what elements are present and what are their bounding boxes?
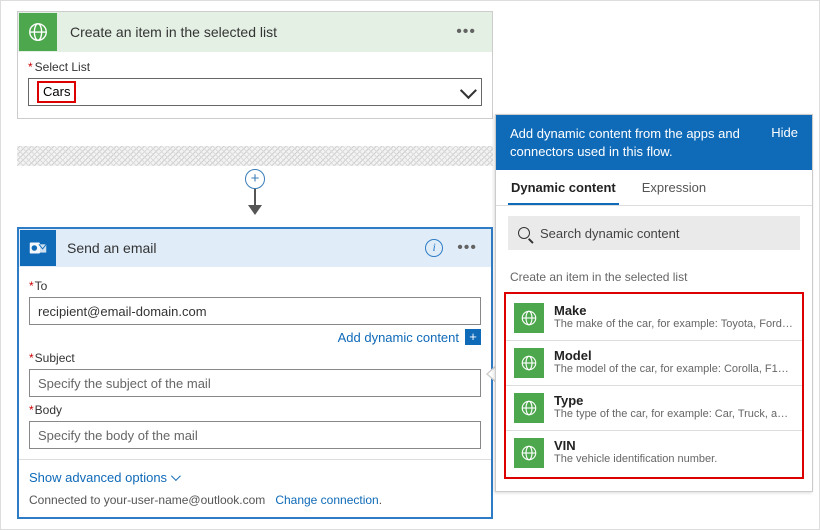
search-placeholder: Search dynamic content (540, 226, 679, 241)
dynamic-content-item-type[interactable]: Type The type of the car, for example: C… (506, 386, 802, 431)
add-dynamic-content-icon[interactable]: + (465, 329, 481, 345)
arrow-shaft (254, 189, 256, 205)
dc-item-desc: The type of the car, for example: Car, T… (554, 408, 794, 420)
globe-icon (514, 348, 544, 378)
create-item-header: Create an item in the selected list ••• (18, 12, 492, 52)
send-email-title: Send an email (67, 240, 425, 256)
send-email-footer: Show advanced options Connected to your-… (19, 459, 491, 517)
add-dynamic-content-link[interactable]: Add dynamic content (338, 330, 459, 345)
dynamic-content-panel: Add dynamic content from the apps and co… (495, 114, 813, 492)
connection-info: Connected to your-user-name@outlook.com … (29, 493, 481, 507)
dc-item-title: Make (554, 303, 794, 318)
chevron-down-icon (460, 82, 477, 99)
send-email-header: Send an email i ••• (19, 229, 491, 267)
select-list-dropdown[interactable]: Cars (28, 78, 482, 106)
panel-section-label: Create an item in the selected list (496, 260, 812, 292)
create-item-title: Create an item in the selected list (70, 24, 452, 40)
card1-more-icon[interactable]: ••• (452, 23, 480, 41)
tab-dynamic-content[interactable]: Dynamic content (508, 170, 619, 205)
flow-arrow: + (245, 169, 265, 231)
send-email-body: *To Add dynamic content + *Subject *Body (19, 267, 491, 459)
dc-item-desc: The make of the car, for example: Toyota… (554, 318, 794, 330)
separator-noise (17, 146, 493, 166)
dc-item-title: Model (554, 348, 794, 363)
body-label: *Body (29, 403, 481, 417)
dynamic-content-list: Make The make of the car, for example: T… (504, 292, 804, 479)
outlook-icon (20, 230, 56, 266)
dynamic-content-item-vin[interactable]: VIN The vehicle identification number. (506, 431, 802, 475)
panel-search-wrap: Search dynamic content (496, 206, 812, 260)
globe-icon (514, 393, 544, 423)
globe-icon (514, 438, 544, 468)
dc-item-title: VIN (554, 438, 717, 453)
dynamic-content-item-model[interactable]: Model The model of the car, for example:… (506, 341, 802, 386)
card2-more-icon[interactable]: ••• (453, 239, 481, 257)
arrow-head-icon (248, 205, 262, 215)
to-label: *To (29, 279, 481, 293)
panel-hide-button[interactable]: Hide (771, 125, 798, 160)
panel-header: Add dynamic content from the apps and co… (496, 115, 812, 170)
add-step-button[interactable]: + (245, 169, 265, 189)
dc-item-desc: The model of the car, for example: Corol… (554, 363, 794, 375)
panel-header-text: Add dynamic content from the apps and co… (510, 125, 761, 160)
globe-icon (19, 13, 57, 51)
subject-input[interactable] (29, 369, 481, 397)
create-item-body: *Select List Cars (18, 52, 492, 118)
subject-label: *Subject (29, 351, 481, 365)
search-input[interactable]: Search dynamic content (508, 216, 800, 250)
show-advanced-options[interactable]: Show advanced options (29, 470, 178, 485)
add-dynamic-row: Add dynamic content + (29, 329, 481, 345)
select-list-label: *Select List (28, 60, 482, 74)
dc-item-title: Type (554, 393, 794, 408)
tab-expression[interactable]: Expression (639, 170, 709, 205)
dc-item-desc: The vehicle identification number. (554, 453, 717, 465)
search-icon (518, 227, 530, 239)
create-item-card: Create an item in the selected list ••• … (17, 11, 493, 119)
info-icon[interactable]: i (425, 239, 443, 257)
send-email-card: Send an email i ••• *To Add dynamic cont… (17, 227, 493, 519)
dynamic-content-item-make[interactable]: Make The make of the car, for example: T… (506, 296, 802, 341)
change-connection-link[interactable]: Change connection (275, 493, 378, 507)
body-input[interactable] (29, 421, 481, 449)
select-list-value: Cars (37, 81, 76, 103)
to-input[interactable] (29, 297, 481, 325)
panel-tabs: Dynamic content Expression (496, 170, 812, 206)
globe-icon (514, 303, 544, 333)
chevron-down-icon (171, 471, 181, 481)
